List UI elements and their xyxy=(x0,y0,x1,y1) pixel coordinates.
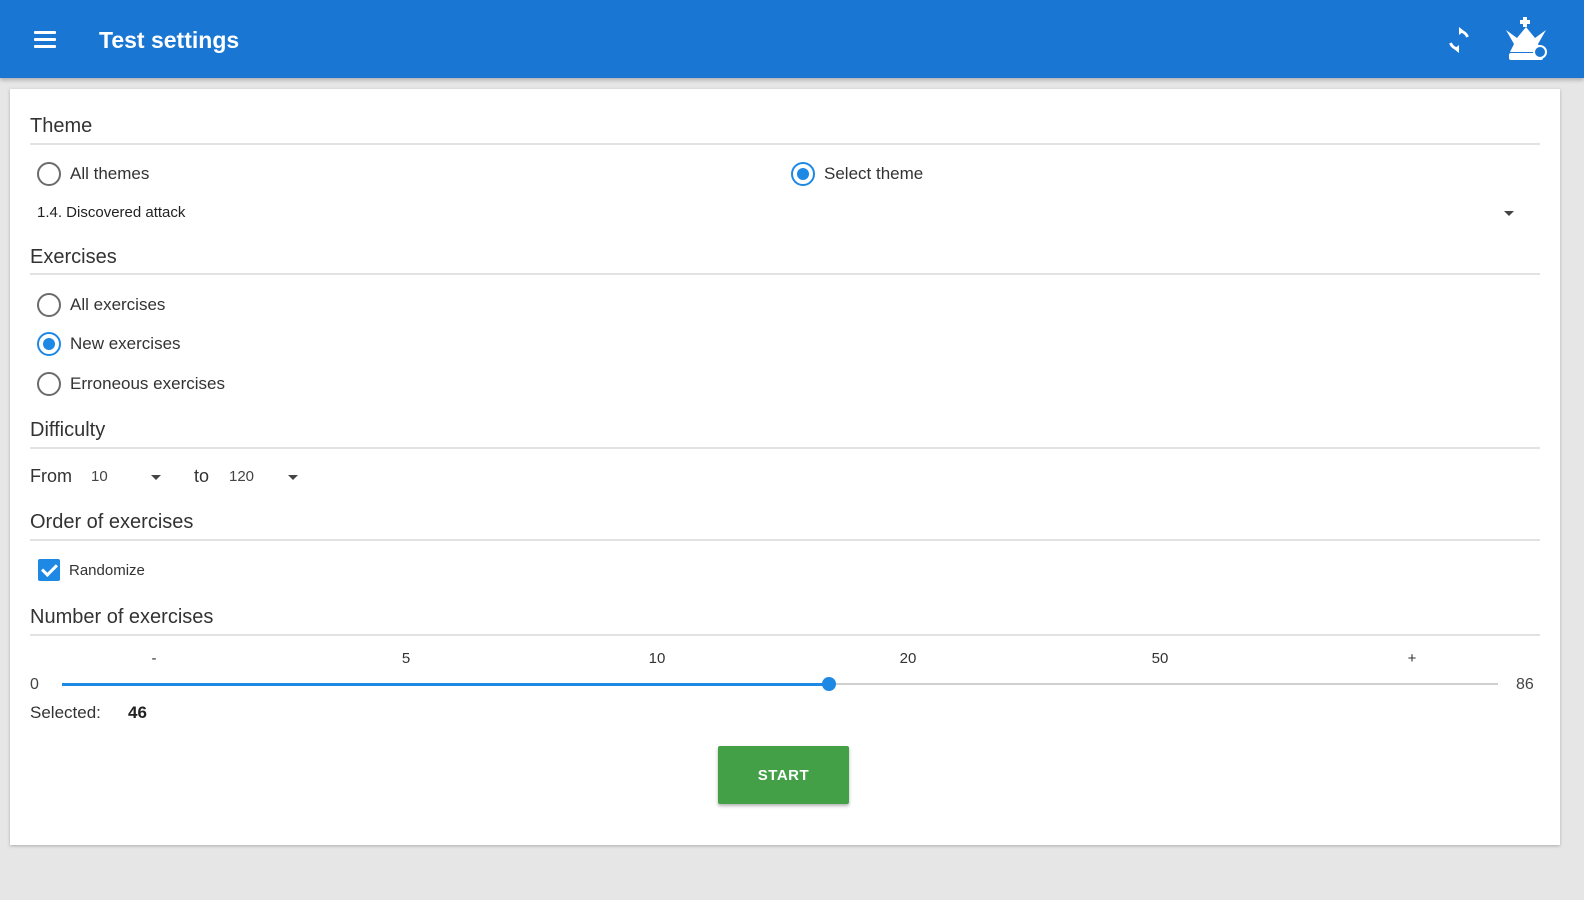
slider-min-label: 0 xyxy=(30,676,39,693)
radio-all-themes[interactable]: All themes xyxy=(37,162,149,186)
radio-circle[interactable] xyxy=(37,372,61,396)
app-bar: Test settings xyxy=(0,0,1584,78)
radio-erroneous-exercises[interactable]: Erroneous exercises xyxy=(37,372,225,396)
checkbox-checked-icon[interactable] xyxy=(38,559,60,581)
radio-circle[interactable] xyxy=(37,293,61,317)
theme-dropdown-value: 1.4. Discovered attack xyxy=(37,204,186,221)
exercises-divider xyxy=(30,273,1540,275)
radio-new-exercises-label: New exercises xyxy=(70,334,181,353)
difficulty-to-label: to xyxy=(194,466,210,486)
difficulty-to-value: 120 xyxy=(229,468,255,485)
number-heading: Number of exercises xyxy=(30,606,214,628)
slider-tick-label: + xyxy=(1407,650,1417,667)
difficulty-to-dropdown[interactable]: 120 xyxy=(229,463,301,491)
radio-select-theme[interactable]: Select theme xyxy=(791,162,923,186)
chess-king-logo-icon xyxy=(1506,17,1547,60)
order-heading: Order of exercises xyxy=(30,511,194,533)
selected-count-value: 46 xyxy=(128,703,147,722)
difficulty-from-value: 10 xyxy=(91,468,108,485)
slider-thumb[interactable] xyxy=(821,677,836,691)
slider-tick-label: - xyxy=(151,650,157,667)
page-title: Test settings xyxy=(99,27,240,53)
chevron-down-icon xyxy=(1504,211,1514,216)
slider-tick-label: 50 xyxy=(1151,650,1169,667)
radio-erroneous-exercises-label: Erroneous exercises xyxy=(70,374,225,393)
slider-max-label: 86 xyxy=(1516,676,1534,693)
theme-divider xyxy=(30,143,1540,145)
settings-card: Theme All themes Select theme 1.4. Disco… xyxy=(10,89,1560,845)
radio-new-exercises[interactable]: New exercises xyxy=(37,332,181,356)
radio-all-exercises-label: All exercises xyxy=(70,295,166,314)
number-divider xyxy=(30,634,1540,636)
exercises-heading: Exercises xyxy=(30,246,117,268)
radio-circle[interactable] xyxy=(37,332,61,356)
slider-tick-label: 5 xyxy=(401,650,411,667)
slider-tick-label: 20 xyxy=(899,650,917,667)
randomize-label: Randomize xyxy=(69,561,145,579)
radio-circle[interactable] xyxy=(791,162,815,186)
radio-circle[interactable] xyxy=(37,162,61,186)
difficulty-from-dropdown[interactable]: 10 xyxy=(91,463,163,491)
refresh-icon[interactable] xyxy=(1441,22,1477,58)
slider-fill xyxy=(62,682,829,686)
theme-heading: Theme xyxy=(30,115,93,137)
slider-tick-label: 10 xyxy=(648,650,666,667)
chevron-down-icon xyxy=(151,475,161,480)
radio-all-exercises[interactable]: All exercises xyxy=(37,293,165,317)
randomize-checkbox[interactable]: Randomize xyxy=(38,559,145,581)
difficulty-heading: Difficulty xyxy=(30,419,106,441)
radio-all-themes-label: All themes xyxy=(70,164,150,183)
chevron-down-icon xyxy=(288,475,298,480)
start-button[interactable]: START xyxy=(718,746,849,804)
menu-icon[interactable] xyxy=(28,24,62,54)
theme-dropdown[interactable]: 1.4. Discovered attack xyxy=(30,199,1530,227)
order-divider xyxy=(30,539,1540,541)
radio-select-theme-label: Select theme xyxy=(824,164,924,183)
selected-count-label: Selected: xyxy=(30,703,101,722)
exercise-count-slider[interactable] xyxy=(62,677,1498,691)
difficulty-divider xyxy=(30,447,1540,449)
difficulty-from-label: From xyxy=(30,466,72,486)
